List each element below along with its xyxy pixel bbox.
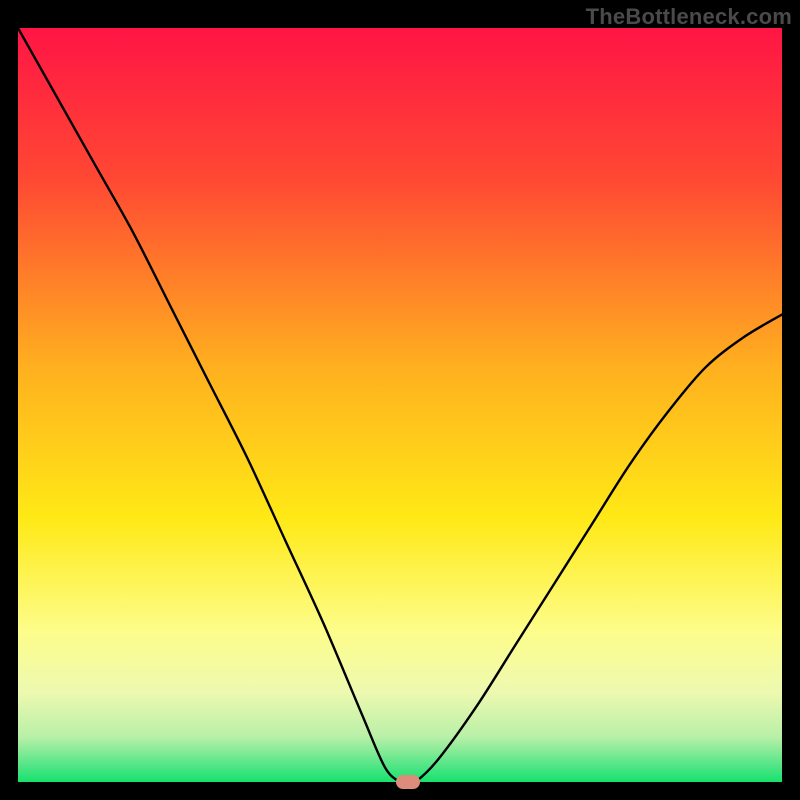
attribution-text: TheBottleneck.com: [586, 4, 792, 30]
plot-area: [18, 28, 782, 782]
chart-svg: [18, 28, 782, 782]
gradient-background: [18, 28, 782, 782]
optimal-point-marker: [396, 775, 420, 789]
chart-frame: TheBottleneck.com: [0, 0, 800, 800]
